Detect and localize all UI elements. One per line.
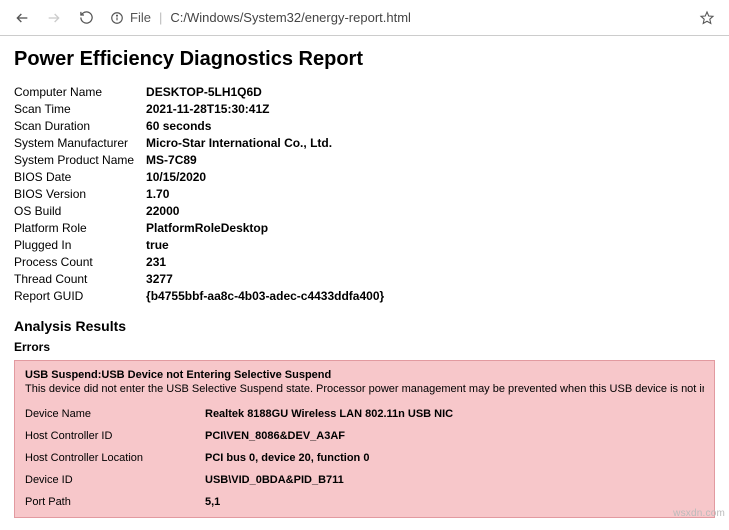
error-box: USB Suspend:USB Device not Entering Sele… — [14, 360, 715, 518]
error-row: Host Controller IDPCI\VEN_8086&DEV_A3AF — [25, 425, 453, 447]
arrow-left-icon — [14, 10, 30, 26]
meta-value: 231 — [146, 253, 384, 270]
meta-label: Plugged In — [14, 236, 146, 253]
meta-label: Platform Role — [14, 219, 146, 236]
arrow-right-icon — [46, 10, 62, 26]
meta-label: OS Build — [14, 202, 146, 219]
error-row-value: PCI bus 0, device 20, function 0 — [205, 447, 453, 469]
error-row-label: Port Path — [25, 491, 205, 513]
address-bar[interactable]: File | C:/Windows/System32/energy-report… — [110, 4, 683, 32]
error-row: Device NameRealtek 8188GU Wireless LAN 8… — [25, 403, 453, 425]
report-content: Power Efficiency Diagnostics Report Comp… — [0, 36, 729, 530]
meta-value: 10/15/2020 — [146, 168, 384, 185]
refresh-button[interactable] — [72, 4, 100, 32]
meta-label: Process Count — [14, 253, 146, 270]
meta-value: DESKTOP-5LH1Q6D — [146, 83, 384, 100]
meta-row: BIOS Date10/15/2020 — [14, 168, 384, 185]
error-title: USB Suspend:USB Device not Entering Sele… — [25, 369, 704, 381]
meta-label: BIOS Version — [14, 185, 146, 202]
url-scheme-label: File — [130, 10, 151, 25]
meta-label: System Manufacturer — [14, 134, 146, 151]
url-separator: | — [159, 10, 162, 25]
meta-value: 22000 — [146, 202, 384, 219]
meta-value: {b4755bbf-aa8c-4b03-adec-c4433ddfa400} — [146, 287, 384, 304]
info-icon — [110, 11, 124, 25]
error-row: Host Controller LocationPCI bus 0, devic… — [25, 447, 453, 469]
meta-label: Computer Name — [14, 83, 146, 100]
url-path: C:/Windows/System32/energy-report.html — [170, 10, 683, 25]
meta-row: Thread Count3277 — [14, 270, 384, 287]
meta-label: BIOS Date — [14, 168, 146, 185]
meta-value: PlatformRoleDesktop — [146, 219, 384, 236]
meta-row: Plugged Intrue — [14, 236, 384, 253]
error-row-label: Device Name — [25, 403, 205, 425]
system-meta-table: Computer NameDESKTOP-5LH1Q6DScan Time202… — [14, 83, 384, 304]
meta-value: Micro-Star International Co., Ltd. — [146, 134, 384, 151]
error-row: Port Path5,1 — [25, 491, 453, 513]
favorite-button[interactable] — [693, 4, 721, 32]
back-button[interactable] — [8, 4, 36, 32]
meta-row: Platform RolePlatformRoleDesktop — [14, 219, 384, 236]
meta-row: OS Build22000 — [14, 202, 384, 219]
meta-row: System ManufacturerMicro-Star Internatio… — [14, 134, 384, 151]
watermark: wsxdn.com — [673, 508, 725, 519]
meta-row: Report GUID{b4755bbf-aa8c-4b03-adec-c443… — [14, 287, 384, 304]
meta-value: 3277 — [146, 270, 384, 287]
meta-row: Process Count231 — [14, 253, 384, 270]
meta-label: System Product Name — [14, 151, 146, 168]
error-description: This device did not enter the USB Select… — [25, 383, 704, 395]
browser-toolbar: File | C:/Windows/System32/energy-report… — [0, 0, 729, 36]
forward-button[interactable] — [40, 4, 68, 32]
error-row-label: Host Controller ID — [25, 425, 205, 447]
meta-label: Scan Duration — [14, 117, 146, 134]
error-row: Device IDUSB\VID_0BDA&PID_B711 — [25, 469, 453, 491]
meta-label: Report GUID — [14, 287, 146, 304]
meta-label: Scan Time — [14, 100, 146, 117]
meta-label: Thread Count — [14, 270, 146, 287]
error-row-label: Host Controller Location — [25, 447, 205, 469]
analysis-results-heading: Analysis Results — [14, 318, 715, 334]
meta-value: MS-7C89 — [146, 151, 384, 168]
meta-value: 60 seconds — [146, 117, 384, 134]
error-row-value: PCI\VEN_8086&DEV_A3AF — [205, 425, 453, 447]
refresh-icon — [79, 10, 94, 25]
meta-row: System Product NameMS-7C89 — [14, 151, 384, 168]
page-title: Power Efficiency Diagnostics Report — [14, 48, 715, 71]
error-row-label: Device ID — [25, 469, 205, 491]
error-details-table: Device NameRealtek 8188GU Wireless LAN 8… — [25, 403, 453, 513]
meta-row: Scan Time2021-11-28T15:30:41Z — [14, 100, 384, 117]
meta-value: 1.70 — [146, 185, 384, 202]
error-row-value: 5,1 — [205, 491, 453, 513]
meta-row: Scan Duration60 seconds — [14, 117, 384, 134]
meta-row: BIOS Version1.70 — [14, 185, 384, 202]
meta-value: true — [146, 236, 384, 253]
star-icon — [699, 10, 715, 26]
meta-row: Computer NameDESKTOP-5LH1Q6D — [14, 83, 384, 100]
errors-heading: Errors — [14, 340, 715, 354]
meta-value: 2021-11-28T15:30:41Z — [146, 100, 384, 117]
error-row-value: Realtek 8188GU Wireless LAN 802.11n USB … — [205, 403, 453, 425]
error-row-value: USB\VID_0BDA&PID_B711 — [205, 469, 453, 491]
